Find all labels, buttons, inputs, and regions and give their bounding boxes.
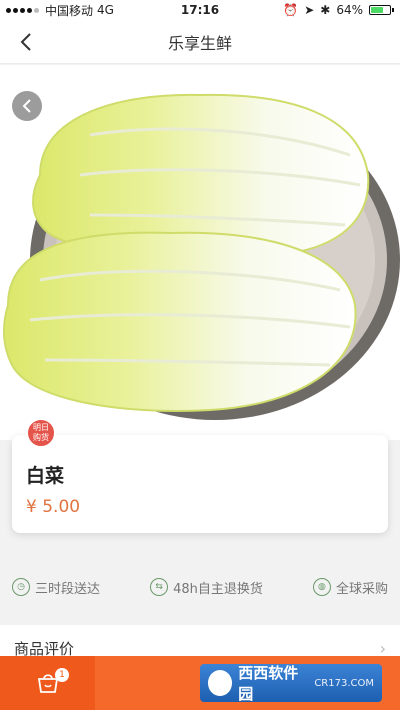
product-price: ¥ 5.00 [26, 497, 81, 517]
product-card: 白菜 ¥ 5.00 [12, 435, 388, 533]
service-global: ◍ 全球采购 [312, 578, 388, 597]
alarm-icon: ⏰ [283, 3, 299, 17]
service-strip: ◷ 三时段送达 ⇆ 48h自主退换货 ◍ 全球采购 [0, 565, 400, 609]
chevron-right-icon: › [379, 638, 386, 658]
back-button[interactable] [10, 26, 42, 58]
product-name: 白菜 [26, 465, 65, 487]
return-icon: ⇆ [150, 578, 169, 596]
cart-count-badge: 1 [55, 668, 69, 682]
watermark-logo: 西西软件园 CR173.COM [200, 664, 382, 703]
service-label: 三时段送达 [35, 581, 101, 597]
location-icon: ➤ [304, 3, 315, 17]
preorder-badge: 明日 购货 [26, 418, 56, 448]
carrier-label: 中国移动 [45, 3, 94, 18]
service-delivery: ◷ 三时段送达 [12, 578, 100, 597]
chevron-left-icon [22, 99, 31, 113]
page-title: 乐享生鲜 [167, 33, 232, 53]
network-label: 4G [97, 3, 114, 17]
nav-bar: 乐享生鲜 [0, 20, 400, 64]
badge-label: 明日 购货 [33, 423, 49, 442]
signal-icon [6, 7, 39, 13]
clock-icon: ◷ [12, 578, 30, 596]
watermark-sub: CR173.COM [314, 677, 374, 689]
image-back-button[interactable] [12, 91, 42, 121]
bluetooth-icon: ✱ [320, 3, 331, 17]
status-right: ⏰ ➤ ✱ 64% [283, 3, 394, 17]
watermark-logo-icon [208, 670, 233, 696]
cart-button[interactable]: 1 [0, 656, 95, 710]
battery-label: 64% [336, 3, 363, 17]
cabbage-image [2, 93, 400, 420]
globe-icon: ◍ [312, 578, 331, 596]
chevron-left-icon [20, 33, 31, 51]
product-image [0, 65, 400, 440]
battery-icon [369, 5, 394, 15]
service-return: ⇆ 48h自主退换货 [150, 578, 263, 597]
bottom-bar: 1 西西软件园 CR173.COM [0, 656, 400, 710]
service-label: 48h自主退换货 [173, 581, 263, 597]
service-label: 全球采购 [335, 581, 388, 597]
status-bar: 中国移动 4G 17:16 ⏰ ➤ ✱ 64% [0, 0, 400, 20]
watermark-title: 西西软件园 [238, 664, 299, 703]
status-left: 中国移动 4G [6, 2, 114, 19]
